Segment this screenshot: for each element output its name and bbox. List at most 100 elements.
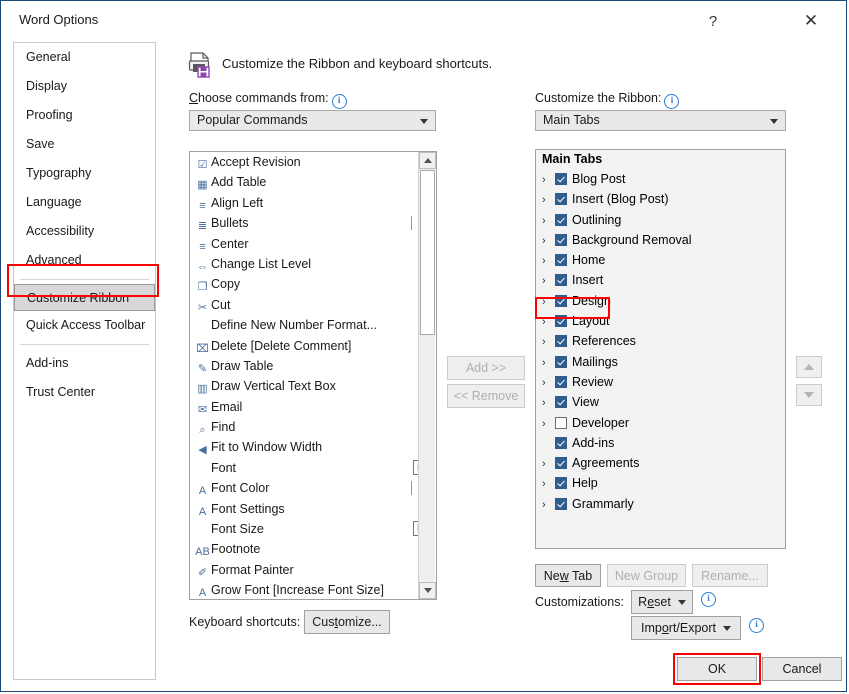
checkbox-blog-post[interactable] bbox=[555, 173, 567, 185]
command-list-item[interactable]: ▦Add Table› bbox=[190, 172, 436, 192]
checkbox-background-removal[interactable] bbox=[555, 234, 567, 246]
sidebar-item-customize-ribbon[interactable]: Customize Ribbon bbox=[14, 284, 155, 311]
choose-commands-from-dropdown[interactable]: Popular Commands bbox=[189, 110, 436, 131]
command-list-item[interactable]: FontI⌄ bbox=[190, 458, 436, 478]
info-icon[interactable]: i bbox=[701, 592, 716, 607]
sidebar-item-advanced[interactable]: Advanced bbox=[14, 246, 155, 275]
chevron-right-icon[interactable]: › bbox=[542, 393, 555, 413]
main-tabs-list[interactable]: Main Tabs ›Blog Post›Insert (Blog Post)›… bbox=[535, 149, 786, 549]
checkbox-view[interactable] bbox=[555, 396, 567, 408]
sidebar-item-add-ins[interactable]: Add-ins bbox=[14, 349, 155, 378]
sidebar-item-display[interactable]: Display bbox=[14, 72, 155, 101]
command-list-item[interactable]: ✂Cut bbox=[190, 295, 436, 315]
command-list-item[interactable]: AGrow Font [Increase Font Size] bbox=[190, 580, 436, 600]
chevron-right-icon[interactable]: › bbox=[542, 190, 555, 210]
main-tab-row-add-ins[interactable]: Add-ins bbox=[536, 433, 785, 453]
command-list-item[interactable]: ⌕Find bbox=[190, 417, 436, 437]
command-list-item[interactable]: ≡Align Left bbox=[190, 193, 436, 213]
chevron-right-icon[interactable]: › bbox=[542, 170, 555, 190]
checkbox-grammarly[interactable] bbox=[555, 498, 567, 510]
command-list-item[interactable]: Define New Number Format... bbox=[190, 315, 436, 335]
command-list-item[interactable]: ▥Draw Vertical Text Box bbox=[190, 376, 436, 396]
command-list-item[interactable]: ABFootnote bbox=[190, 539, 436, 559]
command-list-item[interactable]: ⌧Delete [Delete Comment] bbox=[190, 336, 436, 356]
command-list-item[interactable]: Font SizeI⌄ bbox=[190, 519, 436, 539]
sidebar-item-trust-center[interactable]: Trust Center bbox=[14, 378, 155, 407]
chevron-right-icon[interactable]: › bbox=[542, 292, 555, 312]
checkbox-references[interactable] bbox=[555, 335, 567, 347]
commands-list[interactable]: ☑Accept Revision▦Add Table›≡Align Left≣B… bbox=[189, 151, 437, 600]
checkbox-layout[interactable] bbox=[555, 315, 567, 327]
info-icon[interactable]: i bbox=[664, 94, 679, 109]
main-tab-row-mailings[interactable]: ›Mailings bbox=[536, 352, 785, 372]
customize-keyboard-button[interactable]: Customize... bbox=[304, 610, 390, 634]
main-tab-row-outlining[interactable]: ›Outlining bbox=[536, 210, 785, 230]
commands-list-scrollbar[interactable] bbox=[418, 152, 435, 599]
cancel-button[interactable]: Cancel bbox=[762, 657, 842, 681]
main-tab-row-layout[interactable]: ›Layout bbox=[536, 311, 785, 331]
main-tab-row-background-removal[interactable]: ›Background Removal bbox=[536, 230, 785, 250]
chevron-right-icon[interactable]: › bbox=[542, 271, 555, 291]
close-button[interactable]: ✕ bbox=[791, 7, 831, 35]
main-tab-row-view[interactable]: ›View bbox=[536, 392, 785, 412]
sidebar-item-typography[interactable]: Typography bbox=[14, 159, 155, 188]
rename-button[interactable]: Rename... bbox=[692, 564, 768, 587]
chevron-right-icon[interactable]: › bbox=[542, 312, 555, 332]
sidebar-item-general[interactable]: General bbox=[14, 43, 155, 72]
main-tab-row-grammarly[interactable]: ›Grammarly bbox=[536, 494, 785, 514]
chevron-right-icon[interactable]: › bbox=[542, 454, 555, 474]
checkbox-agreements[interactable] bbox=[555, 457, 567, 469]
checkbox-design[interactable] bbox=[555, 295, 567, 307]
sidebar-item-proofing[interactable]: Proofing bbox=[14, 101, 155, 130]
command-list-item[interactable]: ☑Accept Revision bbox=[190, 152, 436, 172]
chevron-right-icon[interactable]: › bbox=[542, 414, 555, 434]
main-tab-row-developer[interactable]: ›Developer bbox=[536, 413, 785, 433]
sidebar-item-language[interactable]: Language bbox=[14, 188, 155, 217]
command-list-item[interactable]: ◀Fit to Window Width bbox=[190, 437, 436, 457]
info-icon[interactable]: i bbox=[749, 618, 764, 633]
new-tab-button[interactable]: New Tab bbox=[535, 564, 601, 587]
command-list-item[interactable]: AFont Settings bbox=[190, 499, 436, 519]
reset-button[interactable]: Reset bbox=[631, 590, 693, 614]
checkbox-outlining[interactable] bbox=[555, 214, 567, 226]
chevron-right-icon[interactable]: › bbox=[542, 353, 555, 373]
chevron-right-icon[interactable]: › bbox=[542, 251, 555, 271]
main-tab-row-help[interactable]: ›Help bbox=[536, 473, 785, 493]
checkbox-developer[interactable] bbox=[555, 417, 567, 429]
main-tab-row-references[interactable]: ›References bbox=[536, 331, 785, 351]
checkbox-help[interactable] bbox=[555, 477, 567, 489]
chevron-right-icon[interactable]: › bbox=[542, 373, 555, 393]
main-tab-row-design[interactable]: ›Design bbox=[536, 291, 785, 311]
command-list-item[interactable]: ⇔Change List Level› bbox=[190, 254, 436, 274]
checkbox-home[interactable] bbox=[555, 254, 567, 266]
remove-button[interactable]: << Remove bbox=[447, 384, 525, 408]
customize-ribbon-dropdown[interactable]: Main Tabs bbox=[535, 110, 786, 131]
main-tab-row-insert-blog-post-[interactable]: ›Insert (Blog Post) bbox=[536, 189, 785, 209]
sidebar-item-accessibility[interactable]: Accessibility bbox=[14, 217, 155, 246]
command-list-item[interactable]: AFont Color› bbox=[190, 478, 436, 498]
move-down-button[interactable] bbox=[796, 384, 822, 406]
main-tab-row-review[interactable]: ›Review bbox=[536, 372, 785, 392]
scroll-down-button[interactable] bbox=[419, 582, 436, 599]
info-icon[interactable]: i bbox=[332, 94, 347, 109]
import-export-button[interactable]: Import/Export bbox=[631, 616, 741, 640]
command-list-item[interactable]: ❐Copy bbox=[190, 274, 436, 294]
command-list-item[interactable]: ✎Draw Table bbox=[190, 356, 436, 376]
sidebar-item-quick-access-toolbar[interactable]: Quick Access Toolbar bbox=[14, 311, 155, 340]
checkbox-mailings[interactable] bbox=[555, 356, 567, 368]
new-group-button[interactable]: New Group bbox=[607, 564, 686, 587]
command-list-item[interactable]: ≡Center bbox=[190, 234, 436, 254]
main-tab-row-insert[interactable]: ›Insert bbox=[536, 270, 785, 290]
move-up-button[interactable] bbox=[796, 356, 822, 378]
chevron-right-icon[interactable]: › bbox=[542, 495, 555, 515]
chevron-right-icon[interactable]: › bbox=[542, 332, 555, 352]
chevron-right-icon[interactable]: › bbox=[542, 231, 555, 251]
help-button[interactable]: ? bbox=[693, 7, 733, 35]
chevron-right-icon[interactable]: › bbox=[542, 474, 555, 494]
command-list-item[interactable]: ≣Bullets› bbox=[190, 213, 436, 233]
checkbox-insert[interactable] bbox=[555, 274, 567, 286]
add-button[interactable]: Add >> bbox=[447, 356, 525, 380]
scroll-up-button[interactable] bbox=[419, 152, 436, 169]
sidebar-item-save[interactable]: Save bbox=[14, 130, 155, 159]
ok-button[interactable]: OK bbox=[677, 657, 757, 681]
